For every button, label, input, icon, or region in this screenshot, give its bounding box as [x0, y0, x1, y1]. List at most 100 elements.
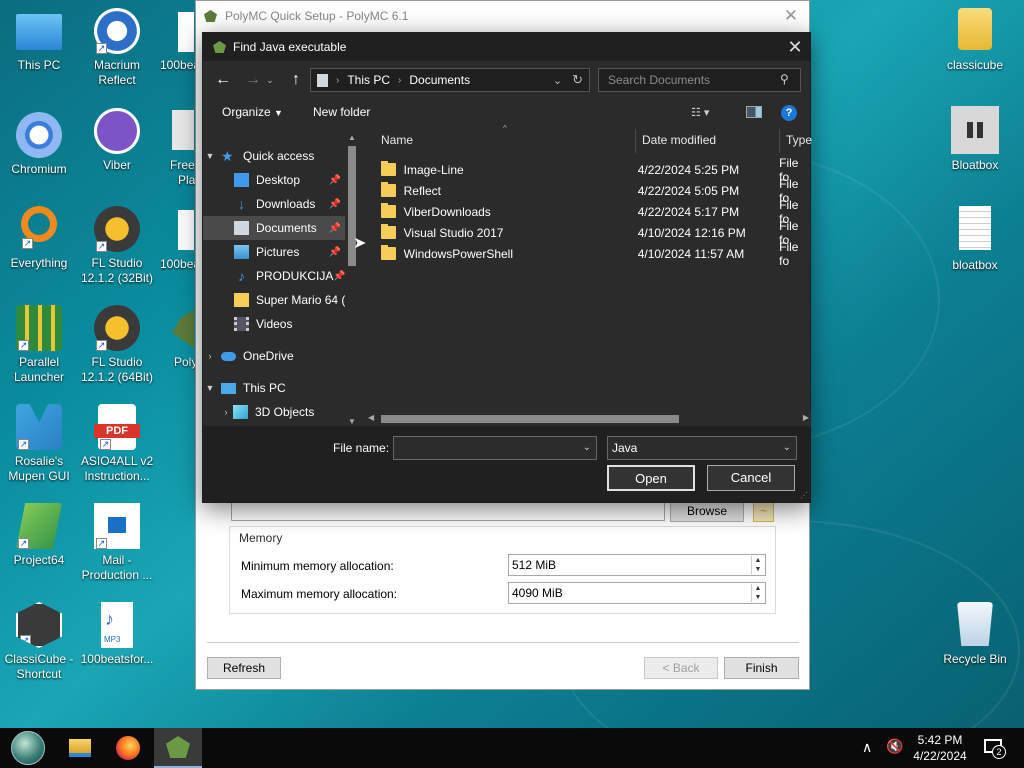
open-button[interactable]: Open: [607, 465, 695, 491]
min-memory-spinbox[interactable]: 512 MiB ▲ ▼: [508, 554, 766, 576]
desktop-icon-fl-studio-32[interactable]: ↗ FL Studio 12.1.2 (32Bit): [75, 206, 159, 286]
scroll-up-icon[interactable]: ▲: [345, 133, 359, 142]
start-button[interactable]: [4, 728, 52, 768]
tree-item-downloads[interactable]: ↓ Downloads 📌: [203, 192, 345, 216]
taskbar-clock[interactable]: 5:42 PM 4/22/2024: [910, 732, 970, 764]
desktop-icon-chromium[interactable]: Chromium: [0, 112, 81, 177]
preview-pane-icon[interactable]: [746, 106, 762, 118]
java-path-input[interactable]: [231, 501, 665, 521]
desktop-icon-viber[interactable]: Viber: [75, 108, 159, 173]
scroll-right-icon[interactable]: ▶: [803, 413, 809, 422]
desktop-icon-classicube-folder[interactable]: classicube: [933, 8, 1017, 73]
tree-item-produkcija[interactable]: ♪ PRODUKCIJA 📌: [203, 264, 345, 288]
column-header-type[interactable]: Type: [786, 133, 812, 153]
column-header-name[interactable]: Name: [381, 133, 413, 153]
breadcrumb-documents[interactable]: Documents: [409, 73, 470, 87]
file-name-input[interactable]: ⌄: [393, 436, 597, 460]
taskbar-polymc[interactable]: [154, 728, 202, 768]
resize-grip-icon[interactable]: ⋰: [800, 491, 808, 500]
column-separator[interactable]: [779, 129, 780, 153]
tree-item-onedrive[interactable]: › OneDrive: [203, 344, 345, 368]
tree-item-this-pc[interactable]: ▼ This PC: [203, 376, 345, 400]
column-separator[interactable]: [635, 129, 636, 153]
file-type-filter[interactable]: Java ⌄: [607, 436, 797, 460]
chevron-down-icon[interactable]: ▼: [203, 151, 217, 161]
desktop-icon-mp3[interactable]: ♪ MP3 100beatsfor...: [75, 602, 159, 667]
help-icon[interactable]: ?: [781, 105, 797, 121]
file-row[interactable]: ViberDownloads 4/22/2024 5:17 PM File fo: [381, 198, 811, 226]
close-icon[interactable]: ✕: [773, 6, 809, 26]
refresh-button[interactable]: Refresh: [207, 657, 281, 679]
refresh-icon[interactable]: ↻: [572, 72, 583, 88]
new-folder-button[interactable]: New folder: [313, 105, 370, 119]
pin-icon[interactable]: 📌: [329, 247, 341, 258]
volume-muted-icon[interactable]: 🔇: [886, 738, 903, 755]
tree-item-3d-objects[interactable]: › 3D Objects: [203, 400, 345, 424]
tree-item-pictures[interactable]: Pictures 📌: [203, 240, 345, 264]
taskbar-firefox[interactable]: [104, 728, 152, 768]
view-options-icon[interactable]: ☷ ▾: [691, 106, 709, 119]
desktop-icon-macrium[interactable]: ↗ Macrium Reflect: [75, 8, 159, 88]
chevron-down-icon[interactable]: ▼: [203, 383, 217, 393]
scroll-down-icon[interactable]: ▼: [345, 417, 359, 426]
pin-icon[interactable]: 📌: [333, 271, 345, 282]
show-hidden-icons-icon[interactable]: ∧: [862, 739, 872, 756]
desktop-icon-recycle-bin[interactable]: Recycle Bin: [933, 602, 1017, 667]
desktop-icon-mail[interactable]: ↗ Mail - Production ...: [75, 503, 159, 583]
breadcrumb-this-pc[interactable]: This PC: [347, 73, 390, 87]
chevron-right-icon[interactable]: ›: [219, 407, 233, 417]
chevron-down-icon[interactable]: ⌄: [783, 437, 791, 459]
tree-item-desktop[interactable]: Desktop 📌: [203, 168, 345, 192]
file-row[interactable]: Reflect 4/22/2024 5:05 PM File fo: [381, 177, 811, 205]
scroll-left-icon[interactable]: ◀: [368, 413, 374, 422]
polymc-title-bar[interactable]: PolyMC Quick Setup - PolyMC 6.1 ✕: [196, 1, 809, 31]
file-row[interactable]: Visual Studio 2017 4/10/2024 12:16 PM File…: [381, 219, 811, 247]
tree-item-quick-access[interactable]: ▼ ★ Quick access: [203, 144, 345, 168]
dialog-title-bar[interactable]: Find Java executable ✕: [203, 33, 810, 61]
desktop-icon-partial-label[interactable]: Poly: [174, 355, 197, 369]
chevron-right-icon[interactable]: ›: [203, 351, 217, 361]
desktop-icon-partial-label[interactable]: Free: [170, 158, 195, 172]
spin-arrows-icon[interactable]: ▲ ▼: [751, 584, 764, 602]
chevron-down-icon[interactable]: ⌄: [583, 437, 591, 459]
file-list-horizontal-scrollbar[interactable]: ◀ ▶: [365, 411, 811, 427]
desktop-icon-this-pc[interactable]: This PC: [0, 8, 81, 73]
max-memory-spinbox[interactable]: 4090 MiB ▲ ▼: [508, 582, 766, 604]
tree-item-videos[interactable]: Videos: [203, 312, 345, 336]
address-bar[interactable]: › This PC › Documents ⌄ ↻: [310, 68, 590, 92]
pin-icon[interactable]: 📌: [329, 223, 341, 234]
pin-icon[interactable]: 📌: [329, 199, 341, 210]
back-arrow-icon[interactable]: ←: [210, 69, 236, 91]
desktop-icon-fl-studio-64[interactable]: ↗ FL Studio 12.1.2 (64Bit): [75, 305, 159, 385]
column-header-date[interactable]: Date modified: [642, 133, 716, 153]
desktop-icon-bloatbox[interactable]: Bloatbox: [933, 106, 1017, 173]
spin-arrows-icon[interactable]: ▲ ▼: [751, 556, 764, 574]
close-icon[interactable]: ✕: [780, 37, 810, 58]
file-row[interactable]: WindowsPowerShell 4/10/2024 11:57 AM File …: [381, 240, 811, 268]
browse-button[interactable]: Browse: [670, 501, 744, 522]
tree-item-super-mario[interactable]: Super Mario 64 (: [203, 288, 345, 312]
desktop-icon-parallel-launcher[interactable]: ↗ Parallel Launcher: [0, 305, 81, 385]
desktop-icon-everything[interactable]: ↗ Everything: [0, 206, 81, 271]
file-row[interactable]: Image-Line 4/22/2024 5:25 PM File fo: [381, 156, 811, 184]
desktop-icon-bloatbox-file[interactable]: bloatbox: [933, 206, 1017, 273]
pin-icon[interactable]: 📌: [329, 175, 341, 186]
notification-center[interactable]: 2: [982, 736, 1008, 760]
desktop-icon-partial-label[interactable]: Pla: [178, 173, 195, 187]
up-arrow-icon[interactable]: ↑: [283, 69, 309, 91]
tree-scrollbar[interactable]: ▲ ▼: [345, 133, 359, 426]
scrollbar-thumb[interactable]: [381, 415, 679, 423]
cancel-button[interactable]: Cancel: [707, 465, 795, 491]
desktop-icon-project64[interactable]: ↗ Project64: [0, 503, 81, 568]
chevron-down-icon[interactable]: ⌄: [263, 69, 277, 91]
desktop-icon-rosalie[interactable]: ↗ Rosalie's Mupen GUI: [0, 404, 81, 484]
search-input[interactable]: Search Documents: [598, 68, 801, 92]
desktop-icon-classicube[interactable]: ↗ ClassiCube - Shortcut: [0, 602, 81, 682]
taskbar-file-explorer[interactable]: [56, 728, 104, 768]
finish-button[interactable]: Finish: [724, 657, 799, 679]
java-wizard-icon[interactable]: ~: [753, 501, 774, 522]
tree-item-documents[interactable]: Documents 📌: [203, 216, 345, 240]
back-button[interactable]: < Back: [644, 657, 718, 679]
organize-menu[interactable]: Organize ▼: [222, 105, 283, 119]
chevron-down-icon[interactable]: ⌄: [553, 74, 562, 87]
